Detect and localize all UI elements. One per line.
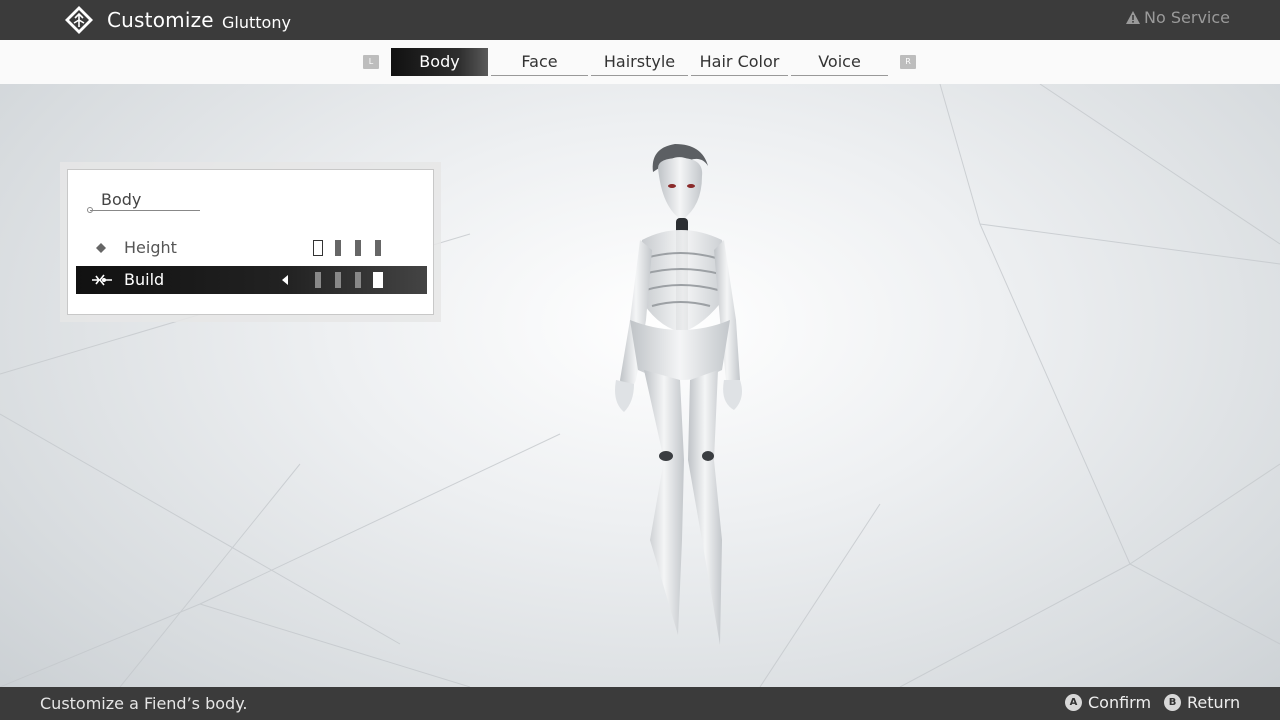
tab-bar: L Body Face Hairstyle Hair Color Voice R [0,40,1280,84]
tab-voice[interactable]: Voice [791,48,888,76]
confirm-hint[interactable]: A Confirm [1065,693,1151,712]
top-bar: Customize Gluttony No Service [0,0,1280,40]
confirm-label: Confirm [1088,693,1152,712]
panel-title: Body [101,190,142,209]
height-level-4 [375,240,381,256]
build-level-1 [315,272,321,288]
body-options-list: Body Height Build [67,169,434,315]
emblem-icon [65,6,93,34]
decrease-arrow-icon[interactable] [282,275,288,285]
build-level-2 [335,272,341,288]
body-options-panel: Body Height Build [60,162,441,322]
warning-icon [1126,11,1141,24]
fiend-model[interactable] [590,140,780,650]
b-button-icon: B [1164,694,1181,711]
a-button-icon: A [1065,694,1082,711]
height-level-1 [313,240,323,256]
l-shoulder-button-icon[interactable]: L [363,55,379,69]
option-label-build: Build [124,270,165,289]
option-row-height[interactable]: Height [76,234,427,262]
build-level-3 [355,272,361,288]
return-label: Return [1187,693,1241,712]
tab-face[interactable]: Face [491,48,588,76]
height-level-2 [335,240,341,256]
network-status-label: No Service [1144,8,1230,27]
tab-hair-color[interactable]: Hair Color [691,48,788,76]
page-title: Customize [107,8,214,32]
footer-bar: Customize a Fiend’s body. A Confirm B Re… [0,687,1280,720]
title-underline [90,210,200,211]
height-level-3 [355,240,361,256]
help-text: Customize a Fiend’s body. [40,694,248,713]
selection-cursor-icon [92,274,112,286]
option-label-height: Height [124,238,177,257]
option-row-build[interactable]: Build [76,266,427,294]
tab-hairstyle[interactable]: Hairstyle [591,48,688,76]
return-hint[interactable]: B Return [1164,693,1240,712]
r-shoulder-button-icon[interactable]: R [900,55,916,69]
fiend-name: Gluttony [222,13,291,32]
network-status: No Service [1126,8,1230,27]
build-level-4 [373,272,383,288]
diamond-bullet-icon [96,243,106,253]
tab-body[interactable]: Body [391,48,488,76]
